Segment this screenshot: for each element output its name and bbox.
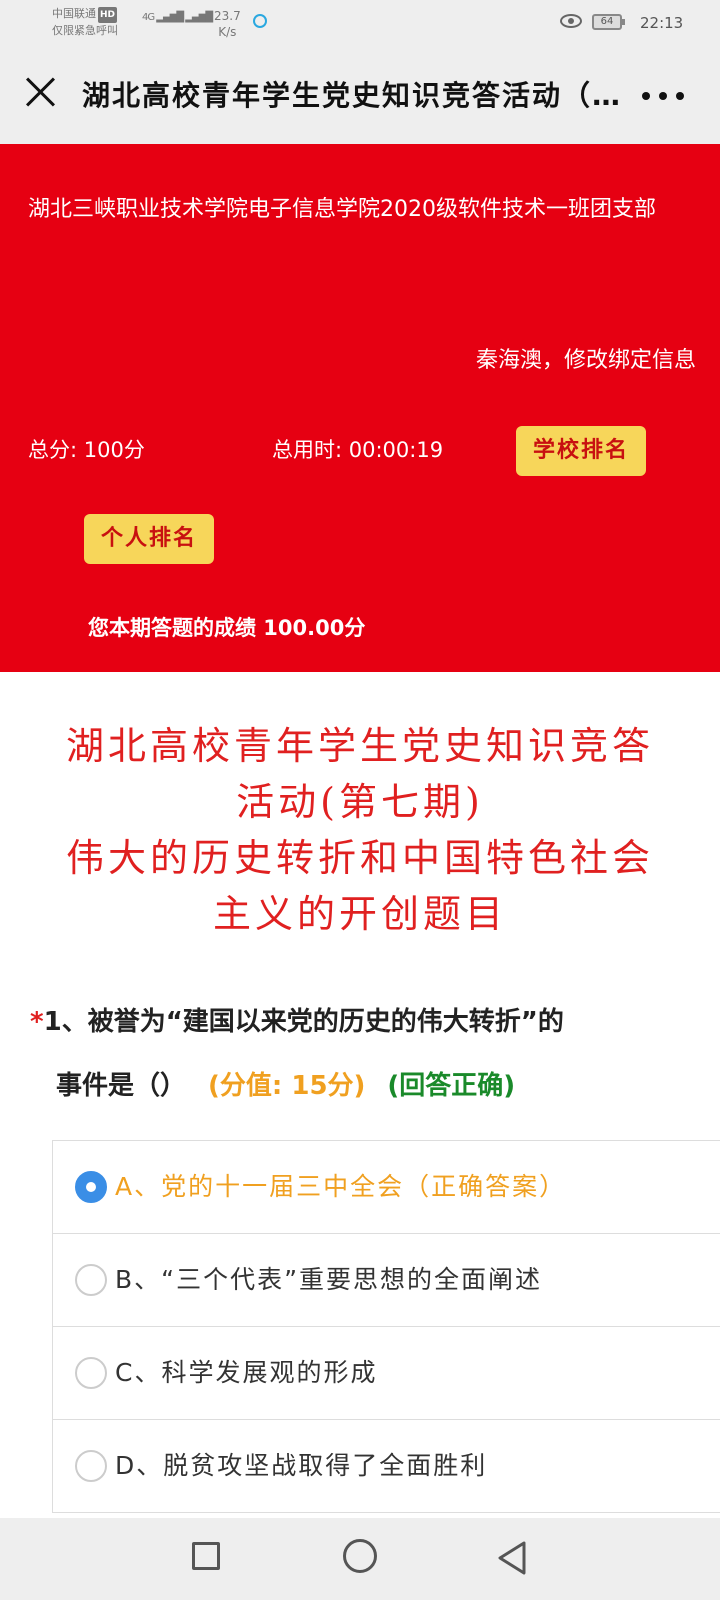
required-mark: * bbox=[30, 1007, 44, 1037]
app-header: 湖北高校青年学生党史知识竞答活动（第七期） bbox=[0, 48, 720, 144]
clock: 22:13 bbox=[640, 14, 684, 32]
radio-checked-icon[interactable] bbox=[75, 1171, 107, 1203]
system-navigation-bar bbox=[0, 1518, 720, 1600]
hd-badge: HD bbox=[98, 7, 118, 23]
carrier-info: 中国联通 HD 仅限紧急呼叫 bbox=[52, 6, 118, 39]
option-label: D、脱贫攻坚战取得了全面胜利 bbox=[115, 1451, 488, 1480]
user-info-banner: 湖北三峡职业技术学院电子信息学院2020级软件技术一班团支部 秦海澳，修改绑定信… bbox=[0, 144, 720, 672]
radio-icon[interactable] bbox=[75, 1264, 107, 1296]
question-points: (分值: 15分) bbox=[208, 1071, 366, 1101]
more-icon[interactable] bbox=[642, 92, 684, 102]
option-label: B、“三个代表”重要思想的全面阐述 bbox=[115, 1265, 543, 1294]
signal-icon: 4G ▂▄▆█ ▂▄▆█ bbox=[142, 12, 213, 23]
option-label: C、科学发展观的形成 bbox=[115, 1358, 378, 1387]
page-title: 湖北高校青年学生党史知识竞答活动（第七期） bbox=[82, 79, 622, 112]
answer-options: A、党的十一届三中全会（正确答案） B、“三个代表”重要思想的全面阐述 C、科学… bbox=[52, 1140, 720, 1513]
quiz-title-line: 主义的开创题目 bbox=[212, 892, 507, 936]
radio-icon[interactable] bbox=[75, 1450, 107, 1482]
question-text: 1、被誉为“建国以来党的历史的伟大转折”的 bbox=[43, 1007, 564, 1037]
app-notification-icon bbox=[253, 14, 267, 28]
carrier-emergency: 仅限紧急呼叫 bbox=[52, 24, 118, 37]
total-time: 总用时: 00:00:19 bbox=[272, 438, 444, 462]
result-score: 您本期答题的成绩 100.00分 bbox=[88, 616, 366, 640]
organization-name: 湖北三峡职业技术学院电子信息学院2020级软件技术一班团支部 bbox=[28, 197, 656, 222]
option-a[interactable]: A、党的十一届三中全会（正确答案） bbox=[53, 1141, 720, 1234]
option-c[interactable]: C、科学发展观的形成 bbox=[53, 1327, 720, 1420]
user-bind-link[interactable]: 秦海澳，修改绑定信息 bbox=[476, 342, 696, 374]
quiz-title-line: 湖北高校青年学生党史知识竞答 bbox=[65, 724, 654, 768]
quiz-title-line: 伟大的历史转折和中国特色社会 bbox=[65, 836, 654, 880]
radio-icon[interactable] bbox=[75, 1357, 107, 1389]
option-label: A、党的十一届三中全会（正确答案） bbox=[115, 1172, 567, 1201]
circle-icon[interactable] bbox=[343, 1539, 377, 1573]
question-1: *1、被誉为“建国以来党的历史的伟大转折”的 事件是（） (分值: 15分) (回答… bbox=[30, 990, 720, 1118]
personal-ranking-button[interactable]: 个人排名 bbox=[84, 514, 214, 564]
school-ranking-button[interactable]: 学校排名 bbox=[516, 426, 646, 476]
battery-icon: 64 bbox=[592, 14, 625, 30]
network-speed: 23.7 K/s bbox=[214, 9, 241, 39]
quiz-title: 湖北高校青年学生党史知识竞答 活动(第七期) 伟大的历史转折和中国特色社会 主义… bbox=[20, 718, 700, 942]
answer-status: (回答正确) bbox=[387, 1071, 516, 1101]
triangle-back-icon[interactable] bbox=[496, 1540, 528, 1576]
carrier-name: 中国联通 bbox=[52, 7, 96, 20]
eye-comfort-icon bbox=[560, 14, 582, 28]
status-bar: 中国联通 HD 仅限紧急呼叫 4G ▂▄▆█ ▂▄▆█ 23.7 K/s 64 2… bbox=[0, 0, 720, 48]
total-score: 总分: 100分 bbox=[28, 438, 145, 462]
close-icon[interactable] bbox=[24, 76, 56, 108]
option-d[interactable]: D、脱贫攻坚战取得了全面胜利 bbox=[53, 1420, 720, 1513]
option-b[interactable]: B、“三个代表”重要思想的全面阐述 bbox=[53, 1234, 720, 1327]
question-text-cont: 事件是（） bbox=[56, 1071, 187, 1101]
quiz-title-line: 活动(第七期) bbox=[236, 780, 484, 824]
square-icon[interactable] bbox=[192, 1542, 220, 1570]
